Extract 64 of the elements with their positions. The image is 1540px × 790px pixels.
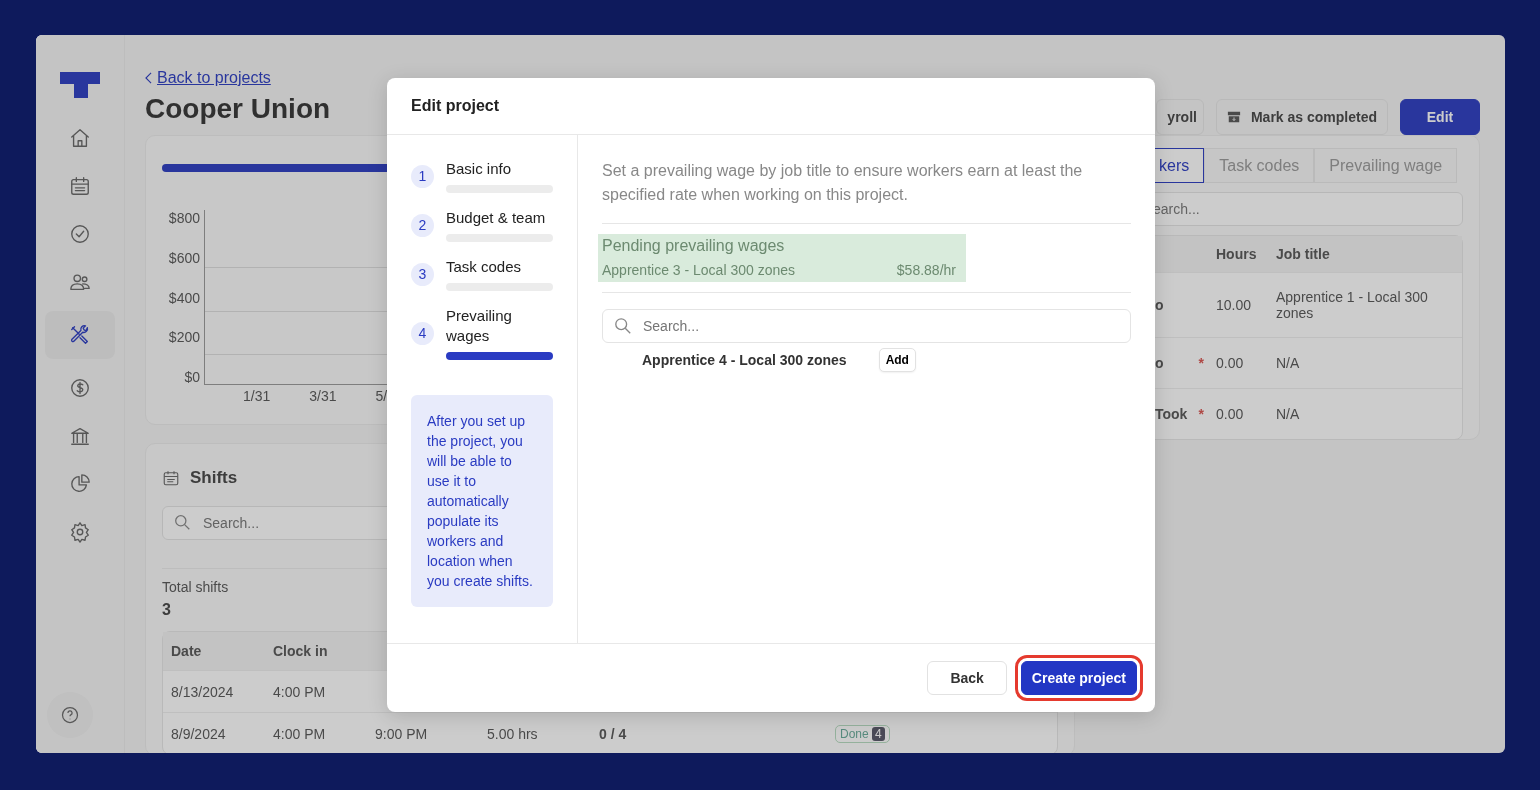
search-icon	[614, 317, 632, 335]
header-button[interactable]: yroll	[1156, 99, 1204, 135]
info-note: After you set up the project, you will be able to use it to automatically populate its workers and location when you create shifts.	[411, 395, 553, 607]
step-label[interactable]: Prevailing wages	[446, 306, 553, 346]
table-cell-text: 0.00	[1216, 406, 1245, 422]
description: Set a prevailing wage by job title to ensure workers earn at least the specified rate when working on this project.	[602, 159, 1131, 224]
table-cell-text: 0.00	[1216, 355, 1245, 371]
worker-name: o	[1155, 297, 1164, 313]
step-label[interactable]: Task codes	[446, 257, 553, 277]
axis-label: $600	[167, 249, 200, 266]
step-number: 3	[411, 262, 434, 286]
required-mark: *	[1198, 355, 1204, 371]
step-number: 4	[411, 321, 434, 345]
table-cell-text: 8/13/2024	[171, 683, 235, 700]
dialog-title: Edit project	[411, 97, 499, 115]
table-cell-text: 10.00	[1216, 297, 1253, 313]
table-cell-text: 5.00 hrs	[487, 725, 539, 742]
worker-name: Took	[1155, 406, 1188, 422]
header-button[interactable]: Mark as completed	[1215, 99, 1388, 135]
table-cell-text: 8/9/2024	[171, 725, 227, 742]
table-cell-text: N/A	[1276, 406, 1301, 422]
axis-label: 3/31	[309, 388, 337, 404]
table-cell-text: N/A	[1276, 355, 1301, 371]
stat-value: 3	[162, 601, 172, 619]
edit-button[interactable]: Edit	[1400, 99, 1480, 135]
back-link[interactable]: Back to projects	[157, 69, 271, 87]
wage-rate: $58.88/hr	[896, 262, 956, 278]
axis-label: $800	[167, 210, 200, 226]
step-label[interactable]: Basic info	[446, 159, 553, 179]
axis-label: 5/	[375, 388, 388, 404]
status-badge: Done 4	[835, 724, 890, 743]
column-header: Date	[171, 643, 203, 659]
search-icon	[174, 514, 191, 531]
worker-name: o	[1155, 355, 1164, 371]
table-cell-text: 4:00 PM	[273, 725, 327, 742]
chevron-left-icon	[145, 72, 152, 84]
section-title: Shifts	[190, 468, 238, 488]
axis-label: 1/31	[243, 388, 271, 404]
page-title: Cooper Union	[145, 93, 331, 125]
table-cell-text: 4:00 PM	[273, 683, 327, 700]
axis-label: $0	[183, 369, 200, 385]
wage-name: Apprentice 3 - Local 300 zones	[602, 262, 795, 278]
pending-title: Pending prevailing wages	[602, 236, 786, 256]
archive-icon	[1226, 110, 1241, 124]
calendar-icon	[162, 469, 180, 487]
logo	[60, 72, 100, 98]
column-header: Job title	[1276, 246, 1331, 262]
column-header: Hours	[1216, 246, 1258, 262]
job-title-option: Apprentice 4 - Local 300 zones	[642, 352, 847, 368]
back-button[interactable]: Back	[927, 661, 1007, 695]
required-mark: *	[1198, 406, 1204, 422]
search-field[interactable]: Search...	[602, 309, 1131, 343]
table-cell-text: 0 / 4	[599, 725, 628, 742]
table-cell-text: 9:00 PM	[375, 725, 429, 742]
axis-label: $400	[167, 289, 200, 306]
step-label[interactable]: Budget & team	[446, 208, 553, 228]
step-number: 1	[411, 164, 434, 188]
table-cell-text: Apprentice 1 - Local 300 zones	[1276, 289, 1429, 321]
step-number: 2	[411, 213, 434, 237]
column-header: Clock in	[273, 643, 329, 659]
tools-icon[interactable]	[45, 311, 115, 359]
add-button[interactable]: Add	[878, 348, 916, 372]
axis-label: $200	[167, 329, 200, 346]
help-icon[interactable]	[47, 692, 93, 738]
